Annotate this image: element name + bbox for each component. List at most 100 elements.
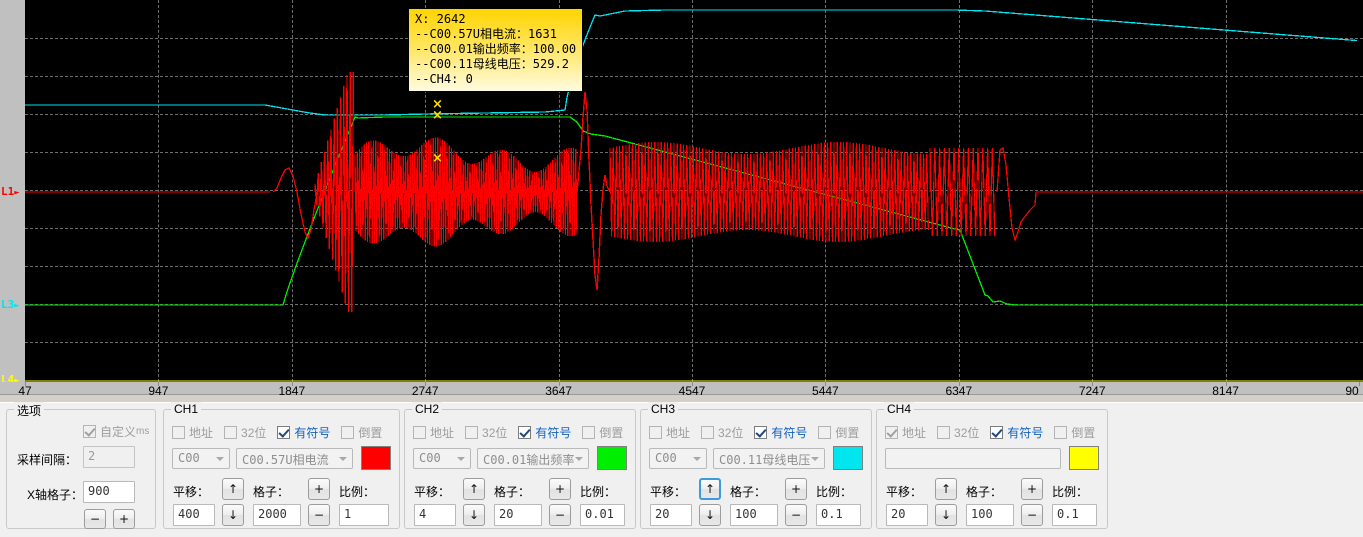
ch2-address-select[interactable]: C00 — [413, 448, 471, 469]
bit32-checkbox-box[interactable] — [937, 426, 951, 439]
ch1-grid-input[interactable]: 2000 — [253, 504, 301, 526]
ch2-shift-up-button[interactable]: ↑ — [463, 478, 485, 500]
cursor-marker-ch2[interactable]: × — [432, 109, 443, 122]
ch1-grid-increment-button[interactable]: + — [308, 478, 330, 500]
bit32-checkbox-box[interactable] — [701, 426, 715, 439]
ch2-signal-select[interactable]: C00.01输出频率 — [477, 448, 589, 469]
ch3-addr-checkbox[interactable]: 地址 — [649, 424, 690, 441]
ch3-shift-input[interactable]: 20 — [650, 504, 692, 526]
ch3-grid-increment-button[interactable]: + — [785, 478, 807, 500]
x-grid-increment-button[interactable]: + — [113, 509, 135, 529]
addr-checkbox-box[interactable] — [172, 426, 185, 439]
y-axis-marker-l3[interactable]: L3► — [1, 299, 20, 312]
ch2-signed-checkbox[interactable]: 有符号 — [518, 424, 571, 441]
signed-checkbox-box[interactable] — [754, 426, 768, 439]
ch3-grid-input[interactable]: 100 — [730, 504, 778, 526]
ch4-shift-down-button[interactable]: ↓ — [935, 504, 957, 526]
signed-checkbox-box[interactable] — [277, 426, 291, 439]
ch3-ratio-input[interactable]: 0.1 — [816, 504, 861, 526]
addr-checkbox-label: 地址 — [666, 426, 691, 440]
ch1-invert-checkbox[interactable]: 倒置 — [341, 424, 382, 441]
ch3-signed-checkbox[interactable]: 有符号 — [754, 424, 807, 441]
custom-interval-checkbox-box[interactable] — [83, 425, 96, 438]
ch2-shift-down-button[interactable]: ↓ — [463, 504, 485, 526]
signed-checkbox-box[interactable] — [518, 426, 532, 439]
ch4-shift-label: 平移： — [886, 485, 923, 499]
invert-checkbox-box[interactable] — [818, 426, 832, 439]
invert-checkbox-box[interactable] — [582, 426, 596, 439]
ch4-shift-input[interactable]: 20 — [886, 504, 928, 526]
ch4-signal-select[interactable] — [885, 448, 1061, 469]
ch4-grid-increment-button[interactable]: + — [1021, 478, 1043, 500]
ch2-color-swatch[interactable] — [597, 446, 627, 470]
invert-checkbox-box[interactable] — [1054, 426, 1068, 439]
ch3-shift-down-button[interactable]: ↓ — [699, 504, 721, 526]
ch2-grid-decrement-button[interactable]: − — [549, 504, 571, 526]
ch2-bit32-checkbox[interactable]: 32位 — [465, 424, 507, 441]
addr-checkbox-label: 地址 — [902, 426, 927, 440]
ch1-grid-decrement-button[interactable]: − — [308, 504, 330, 526]
sample-interval-input[interactable]: 2 — [83, 446, 135, 468]
signal-select-value: C00.11母线电压 — [719, 453, 811, 467]
ch1-group-title: CH1 — [171, 402, 202, 416]
custom-interval-checkbox[interactable]: 自定义 ms — [83, 423, 149, 440]
invert-checkbox-box[interactable] — [341, 426, 355, 439]
tooltip-line-ch1: --C00.57U相电流：1631 — [415, 27, 557, 41]
y-axis-marker-l1[interactable]: L1► — [1, 186, 20, 199]
ch4-shift-up-button[interactable]: ↑ — [935, 478, 957, 500]
ch1-color-swatch[interactable] — [361, 446, 391, 470]
addr-checkbox-box[interactable] — [885, 426, 898, 439]
invert-checkbox-label: 倒置 — [358, 426, 383, 440]
ch2-shift-input[interactable]: 4 — [414, 504, 456, 526]
ch4-grid-input[interactable]: 100 — [966, 504, 1014, 526]
ch4-addr-checkbox[interactable]: 地址 — [885, 424, 926, 441]
ch3-signal-select[interactable]: C00.11母线电压 — [713, 448, 825, 469]
ch1-signal-select[interactable]: C00.57U相电流 — [236, 448, 353, 469]
ch1-addr-checkbox[interactable]: 地址 — [172, 424, 213, 441]
ch2-checkbox-row: 地址 32位 有符号 倒置 — [413, 424, 634, 441]
marker-triangle-icon: ► — [14, 301, 20, 311]
ch3-bit32-checkbox[interactable]: 32位 — [701, 424, 743, 441]
x-axis-tick-label: 47 — [18, 384, 32, 398]
ch1-bit32-checkbox[interactable]: 32位 — [224, 424, 266, 441]
ch1-shift-down-button[interactable]: ↓ — [222, 504, 244, 526]
cursor-marker-ch1[interactable]: × — [432, 152, 443, 165]
ch1-shift-input[interactable]: 400 — [173, 504, 215, 526]
signed-checkbox-label: 有符号 — [294, 426, 331, 440]
ch3-invert-checkbox[interactable]: 倒置 — [818, 424, 859, 441]
waveform-monitor-window: × × × L1► L3► L4► X: 2642 --C00.57U相电流：163… — [0, 0, 1363, 537]
bit32-checkbox-box[interactable] — [465, 426, 479, 439]
ch1-address-select[interactable]: C00 — [172, 448, 230, 469]
ch2-grid-increment-button[interactable]: + — [549, 478, 571, 500]
addr-checkbox-box[interactable] — [649, 426, 662, 439]
ch4-invert-checkbox[interactable]: 倒置 — [1054, 424, 1095, 441]
ch2-grid-input[interactable]: 20 — [494, 504, 542, 526]
addr-checkbox-box[interactable] — [413, 426, 426, 439]
ch2-grid-label: 格子： — [494, 485, 531, 499]
ch3-address-select[interactable]: C00 — [649, 448, 707, 469]
ch4-grid-decrement-button[interactable]: − — [1021, 504, 1043, 526]
ch1-ratio-input[interactable]: 1 — [339, 504, 389, 526]
bit32-checkbox-box[interactable] — [224, 426, 238, 439]
ch2-addr-checkbox[interactable]: 地址 — [413, 424, 454, 441]
marker-triangle-icon: ► — [14, 188, 20, 198]
ch2-ratio-input[interactable]: 0.01 — [580, 504, 625, 526]
signed-checkbox-box[interactable] — [990, 426, 1004, 439]
ch4-signed-checkbox[interactable]: 有符号 — [990, 424, 1043, 441]
addr-checkbox-label: 地址 — [189, 426, 214, 440]
x-axis-tick-label: 90 — [1345, 384, 1359, 398]
ch4-ratio-input[interactable]: 0.1 — [1052, 504, 1097, 526]
address-select-value: C00 — [655, 451, 677, 465]
waveform-plot[interactable]: × × × — [25, 0, 1363, 382]
ch4-bit32-checkbox[interactable]: 32位 — [937, 424, 979, 441]
ch3-color-swatch[interactable] — [833, 446, 863, 470]
x-grid-input[interactable]: 900 — [83, 481, 135, 503]
ch2-invert-checkbox[interactable]: 倒置 — [582, 424, 623, 441]
ch3-shift-up-button[interactable]: ↑ — [699, 478, 721, 500]
x-axis-tick-label: 3647 — [545, 384, 572, 398]
ch1-shift-up-button[interactable]: ↑ — [222, 478, 244, 500]
ch3-grid-decrement-button[interactable]: − — [785, 504, 807, 526]
x-grid-decrement-button[interactable]: − — [84, 509, 106, 529]
ch1-signed-checkbox[interactable]: 有符号 — [277, 424, 330, 441]
ch4-color-swatch[interactable] — [1069, 446, 1099, 470]
